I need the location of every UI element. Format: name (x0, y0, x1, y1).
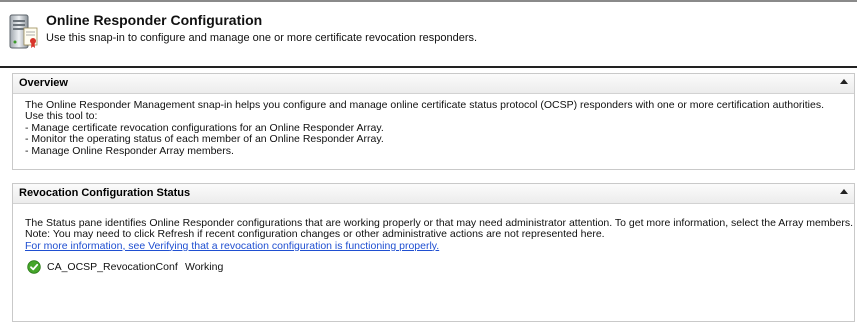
page-subtitle: Use this snap-in to configure and manage… (46, 32, 478, 44)
header: Online Responder Configuration Use this … (0, 2, 857, 66)
revocation-body: The Status pane identifies Online Respon… (13, 204, 854, 276)
revocation-title: Revocation Configuration Status (19, 187, 191, 199)
overview-panel-header[interactable]: Overview (13, 74, 854, 94)
overview-text-line: - Manage Online Responder Array members. (25, 144, 234, 157)
check-icon (27, 260, 41, 274)
configuration-name[interactable]: CA_OCSP_RevocationConf (47, 261, 178, 273)
revocation-status-panel: Revocation Configuration Status The Stat… (12, 183, 855, 322)
overview-panel: Overview The Online Responder Management… (12, 73, 855, 170)
collapse-up-icon[interactable] (840, 79, 848, 84)
configuration-row[interactable]: CA_OCSP_RevocationConf Working (25, 260, 842, 276)
collapse-up-icon[interactable] (840, 189, 848, 194)
configuration-status: Working (185, 261, 224, 274)
content-area[interactable]: Overview The Online Responder Management… (0, 68, 857, 322)
verify-configuration-link[interactable]: For more information, see Verifying that… (25, 240, 842, 252)
page-title: Online Responder Configuration (46, 12, 263, 28)
overview-text-line: The Online Responder Management snap-in … (25, 99, 825, 111)
overview-text-line: - Monitor the operating status of each m… (25, 133, 384, 146)
server-certificate-icon (9, 14, 38, 49)
overview-body: The Online Responder Management snap-in … (13, 94, 854, 157)
overview-title: Overview (19, 77, 68, 89)
revocation-panel-header[interactable]: Revocation Configuration Status (13, 184, 854, 204)
